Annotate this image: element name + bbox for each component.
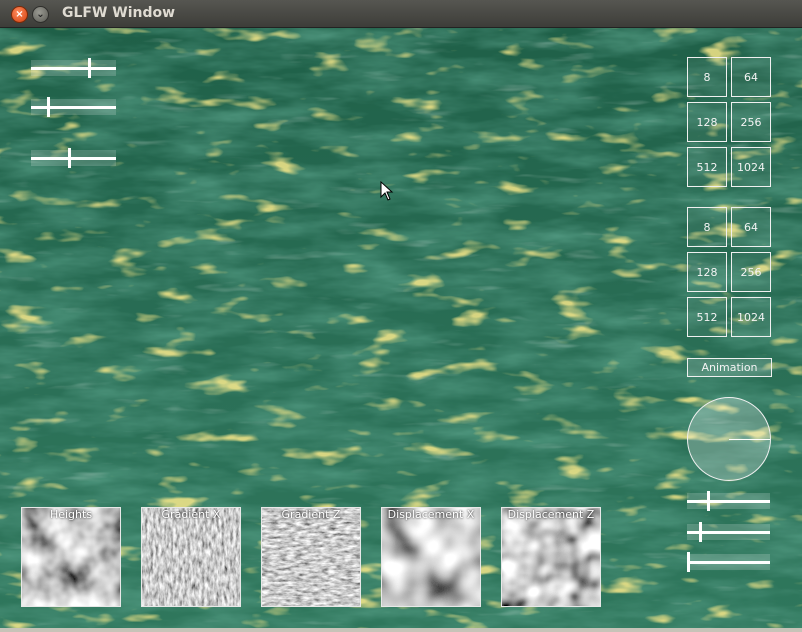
- res1-button-128[interactable]: 128: [687, 102, 727, 142]
- slider-thumb[interactable]: [699, 522, 702, 542]
- res2-button-128[interactable]: 128: [687, 252, 727, 292]
- texture-label: Gradient Z: [281, 508, 341, 521]
- heights-texture-image: [22, 508, 120, 606]
- texture-label: Displacement X: [387, 508, 475, 521]
- texture-label: Gradient X: [161, 508, 221, 521]
- close-icon[interactable]: ×: [11, 6, 28, 23]
- left-slider-1[interactable]: [31, 58, 116, 78]
- res2-button-1024[interactable]: 1024: [731, 297, 771, 337]
- right-slider-1[interactable]: [687, 491, 770, 511]
- gradient-z-texture-image: [262, 508, 360, 606]
- gradient-x-texture-image: [142, 508, 240, 606]
- direction-dial[interactable]: [687, 397, 771, 481]
- slider-thumb[interactable]: [88, 58, 91, 78]
- title-bar: × ⌄ GLFW Window: [0, 0, 802, 28]
- texture-gradient-x: Gradient X: [141, 507, 241, 607]
- displacement-z-texture-image: [502, 508, 600, 606]
- slider-thumb[interactable]: [687, 552, 690, 572]
- res2-button-256[interactable]: 256: [731, 252, 771, 292]
- res1-button-8[interactable]: 8: [687, 57, 727, 97]
- res1-button-256[interactable]: 256: [731, 102, 771, 142]
- mouse-cursor-icon: [380, 181, 394, 201]
- texture-label: Displacement Z: [507, 508, 595, 521]
- right-slider-3[interactable]: [687, 552, 770, 572]
- dial-hand: [729, 439, 770, 440]
- minimize-icon[interactable]: ⌄: [32, 6, 49, 23]
- texture-label: Heights: [49, 508, 93, 521]
- res2-button-512[interactable]: 512: [687, 297, 727, 337]
- left-slider-2[interactable]: [31, 97, 116, 117]
- animation-button[interactable]: Animation: [687, 358, 772, 377]
- window-title: GLFW Window: [62, 5, 176, 21]
- res1-button-1024[interactable]: 1024: [731, 147, 771, 187]
- right-slider-2[interactable]: [687, 522, 770, 542]
- texture-displacement-z: Displacement Z: [501, 507, 601, 607]
- texture-heights: Heights: [21, 507, 121, 607]
- displacement-x-texture-image: [382, 508, 480, 606]
- res2-button-64[interactable]: 64: [731, 207, 771, 247]
- slider-thumb[interactable]: [68, 148, 71, 168]
- texture-displacement-x: Displacement X: [381, 507, 481, 607]
- texture-gradient-z: Gradient Z: [261, 507, 361, 607]
- res1-button-512[interactable]: 512: [687, 147, 727, 187]
- slider-thumb[interactable]: [47, 97, 50, 117]
- res1-button-64[interactable]: 64: [731, 57, 771, 97]
- window-bottom-border: [0, 628, 802, 632]
- left-slider-3[interactable]: [31, 148, 116, 168]
- slider-thumb[interactable]: [707, 491, 710, 511]
- res2-button-8[interactable]: 8: [687, 207, 727, 247]
